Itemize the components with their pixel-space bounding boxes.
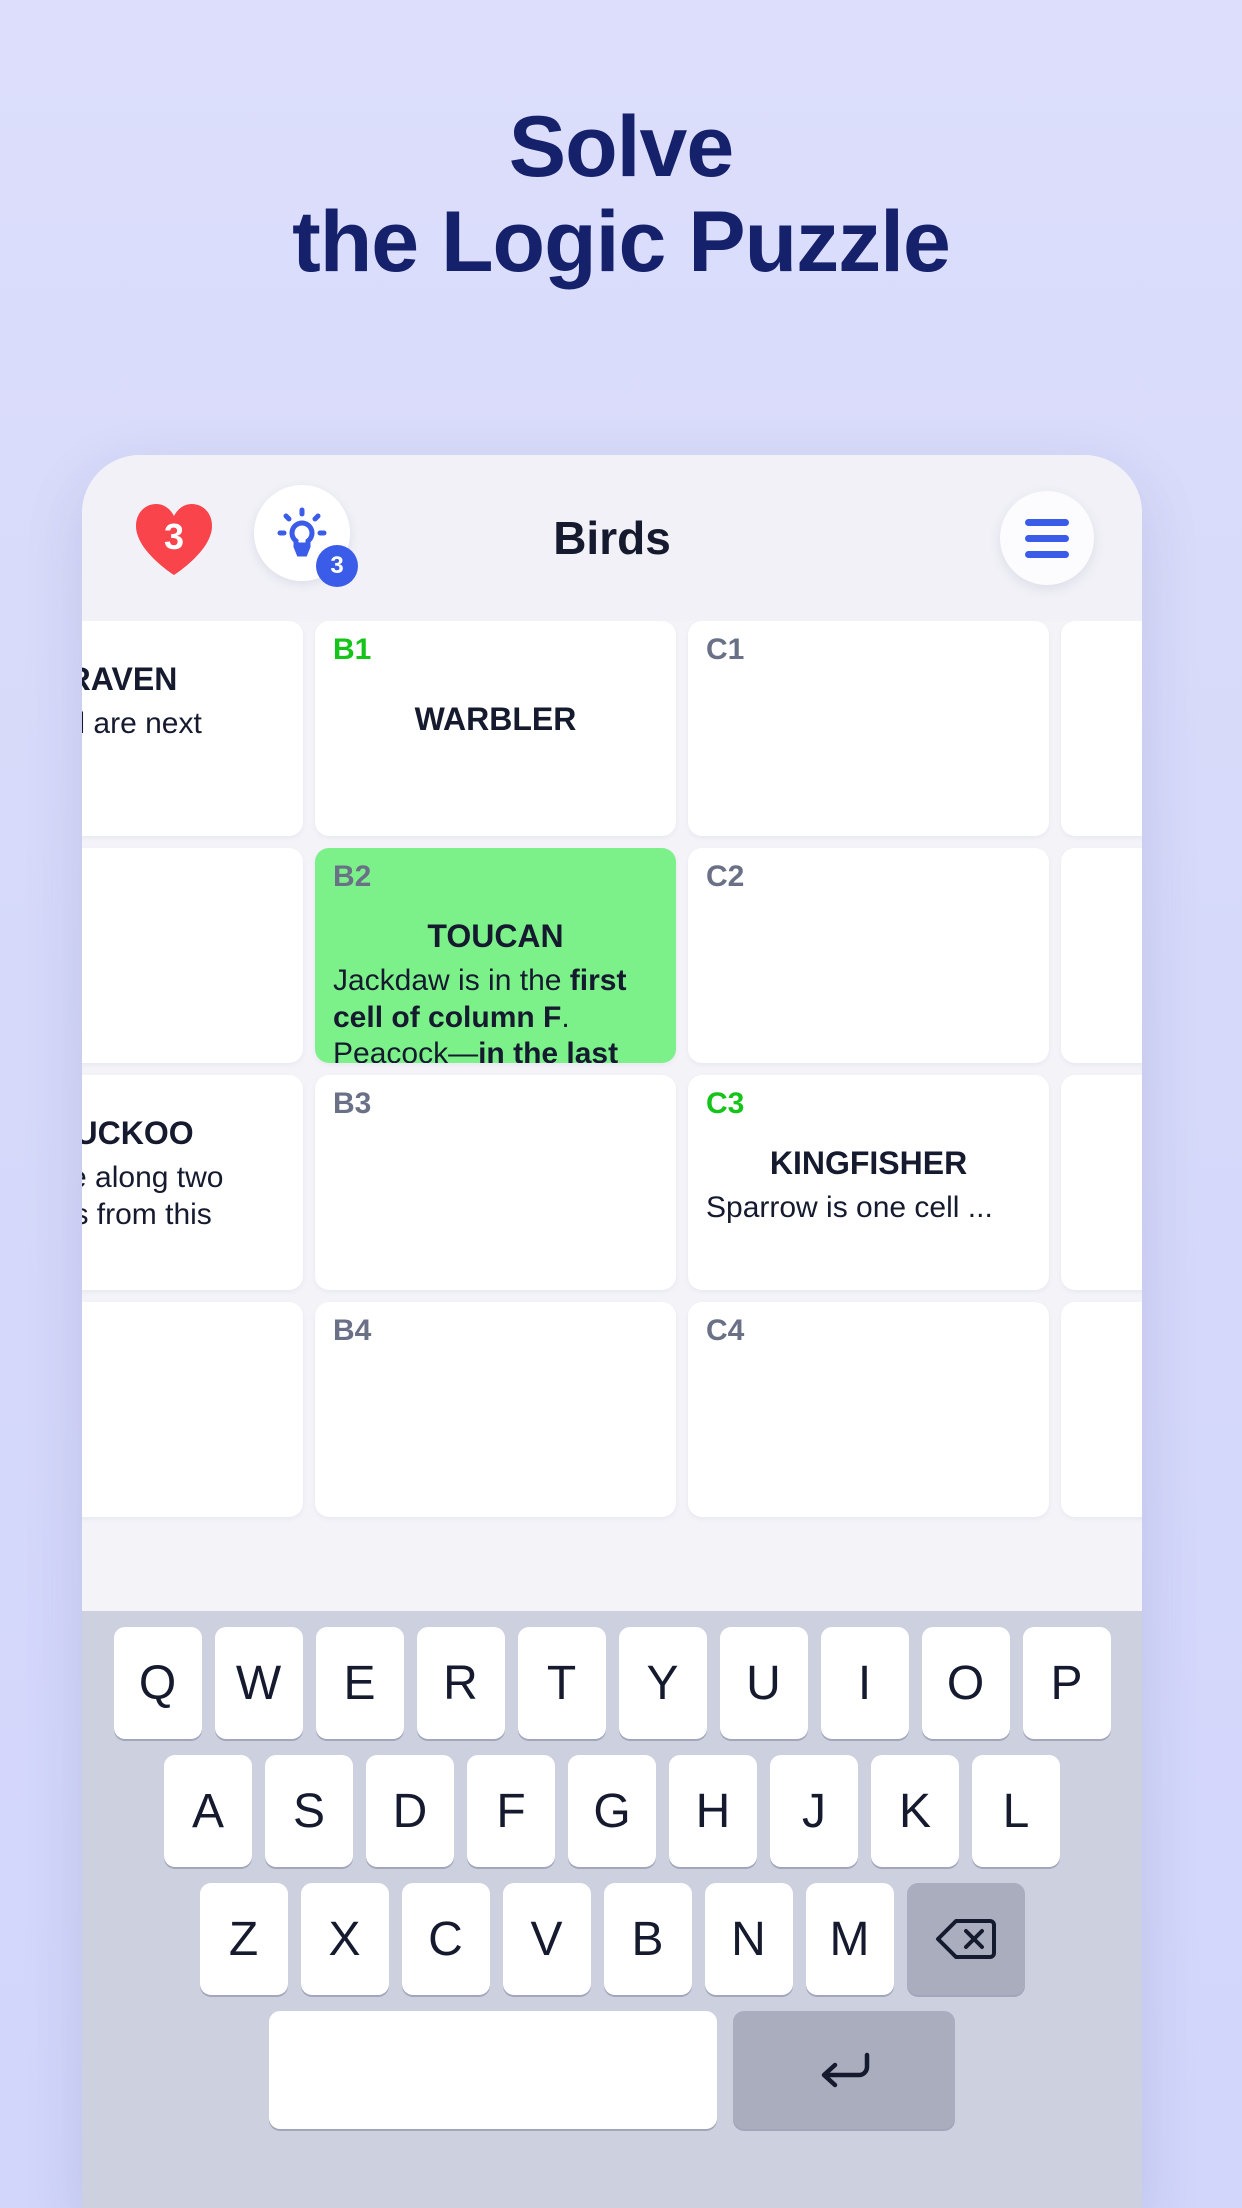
enter-return-icon bbox=[821, 2052, 870, 2088]
key-l[interactable]: L bbox=[972, 1755, 1060, 1867]
promo-line-1: Solve bbox=[508, 99, 734, 195]
key-y[interactable]: Y bbox=[618, 1627, 707, 1739]
key-w[interactable]: W bbox=[214, 1627, 303, 1739]
key-i[interactable]: I bbox=[820, 1627, 909, 1739]
cell-label: C3 bbox=[706, 1087, 745, 1120]
backspace-icon bbox=[935, 1919, 996, 1959]
puzzle-cell[interactable] bbox=[1061, 1075, 1142, 1290]
key-u[interactable]: U bbox=[719, 1627, 808, 1739]
key-c[interactable]: C bbox=[401, 1883, 490, 1995]
key-r[interactable]: R bbox=[416, 1627, 505, 1739]
cell-label: B1 bbox=[333, 633, 372, 666]
key-h[interactable]: H bbox=[669, 1755, 757, 1867]
key-v[interactable]: V bbox=[502, 1883, 591, 1995]
puzzle-cell[interactable] bbox=[1061, 621, 1142, 836]
key-z[interactable]: Z bbox=[199, 1883, 288, 1995]
keyboard-row-3: ZXCVBNM bbox=[90, 1883, 1134, 1995]
key-o[interactable]: O bbox=[921, 1627, 1010, 1739]
key-p[interactable]: P bbox=[1022, 1627, 1111, 1739]
cell-clue: Jackdaw is in the first cell of column F… bbox=[333, 964, 627, 1063]
on-screen-keyboard: QWERTYUIOP ASDFGHJKL ZXCVBNM bbox=[82, 1611, 1142, 2208]
key-s[interactable]: S bbox=[265, 1755, 353, 1867]
cell-label: C4 bbox=[706, 1314, 745, 1347]
cell-word: CUCKOO bbox=[82, 1115, 194, 1151]
cell-clue: d Seagull are nextther bbox=[82, 707, 202, 740]
keyboard-row-4 bbox=[90, 2011, 1134, 2129]
puzzle-cell[interactable]: B1 WARBLER bbox=[315, 621, 676, 836]
cell-label: C2 bbox=[706, 860, 745, 893]
cell-label: B4 bbox=[333, 1314, 372, 1347]
puzzle-cell[interactable]: C4 bbox=[688, 1302, 1049, 1517]
backspace-key[interactable] bbox=[906, 1883, 1025, 1995]
key-x[interactable]: X bbox=[300, 1883, 389, 1995]
puzzle-cell[interactable]: B3 bbox=[315, 1075, 676, 1290]
cell-clue: Sparrow is one cell ... bbox=[706, 1191, 993, 1224]
key-d[interactable]: D bbox=[366, 1755, 454, 1867]
cell-label: B3 bbox=[333, 1087, 372, 1120]
puzzle-cell[interactable]: C3 KINGFISHER Sparrow is one cell ... bbox=[688, 1075, 1049, 1290]
keyboard-row-1: QWERTYUIOP bbox=[90, 1627, 1134, 1739]
hamburger-menu-icon bbox=[1025, 518, 1069, 526]
key-k[interactable]: K bbox=[871, 1755, 959, 1867]
key-q[interactable]: Q bbox=[113, 1627, 202, 1739]
cell-word: KINGFISHER bbox=[769, 1145, 968, 1181]
enter-key[interactable] bbox=[733, 2011, 955, 2129]
puzzle-cell[interactable]: CUCKOO Hawk are along twodiagonals from t… bbox=[82, 1075, 303, 1290]
key-n[interactable]: N bbox=[704, 1883, 793, 1995]
hamburger-menu-button[interactable] bbox=[1000, 491, 1094, 585]
cell-word: WARBLER bbox=[414, 701, 577, 737]
puzzle-cell[interactable] bbox=[82, 1302, 303, 1517]
key-t[interactable]: T bbox=[517, 1627, 606, 1739]
cell-word: RAVEN bbox=[82, 661, 178, 697]
key-j[interactable]: J bbox=[770, 1755, 858, 1867]
key-g[interactable]: G bbox=[568, 1755, 656, 1867]
key-e[interactable]: E bbox=[315, 1627, 404, 1739]
puzzle-grid-area: RAVEN d Seagull are nextther B1 WARBLER C1 B2… bbox=[82, 621, 1142, 1621]
promo-headline: Solve the Logic Puzzle bbox=[0, 100, 1242, 289]
space-key[interactable] bbox=[269, 2011, 717, 2129]
key-a[interactable]: A bbox=[164, 1755, 252, 1867]
key-b[interactable]: B bbox=[603, 1883, 692, 1995]
puzzle-cell[interactable] bbox=[1061, 848, 1142, 1063]
cell-label: B2 bbox=[333, 860, 372, 893]
puzzle-cell[interactable]: RAVEN d Seagull are nextther bbox=[82, 621, 303, 836]
phone-mockup: 3 3 Birds AVEN are next B1 WARBLER C1 B2… bbox=[82, 455, 1142, 2208]
cell-label: C1 bbox=[706, 633, 745, 666]
cell-word: TOUCAN bbox=[427, 918, 564, 954]
cell-clue: Hawk are along twodiagonals from this bbox=[82, 1161, 224, 1231]
puzzle-cell[interactable]: C1 bbox=[688, 621, 1049, 836]
puzzle-cell[interactable] bbox=[1061, 1302, 1142, 1517]
puzzle-cell[interactable]: C2 bbox=[688, 848, 1049, 1063]
key-m[interactable]: M bbox=[805, 1883, 894, 1995]
key-f[interactable]: F bbox=[467, 1755, 555, 1867]
hamburger-menu-icon-bar3 bbox=[1025, 550, 1069, 558]
screenshot-root: Solve the Logic Puzzle 3 3 Birds AVEN ar… bbox=[0, 0, 1242, 2208]
hamburger-menu-icon-bar2 bbox=[1025, 534, 1069, 542]
puzzle-cell[interactable]: B2 TOUCAN Jackdaw is in the first cell of … bbox=[315, 848, 676, 1063]
puzzle-cell[interactable]: B4 bbox=[315, 1302, 676, 1517]
promo-line-2: the Logic Puzzle bbox=[292, 193, 951, 290]
app-header-bar: 3 3 Birds bbox=[82, 455, 1142, 621]
keyboard-row-2: ASDFGHJKL bbox=[90, 1755, 1134, 1867]
page-title: Birds bbox=[553, 512, 671, 564]
puzzle-grid: RAVEN d Seagull are nextther B1 WARBLER C1 B2… bbox=[82, 621, 1142, 1517]
puzzle-cell[interactable] bbox=[82, 848, 303, 1063]
